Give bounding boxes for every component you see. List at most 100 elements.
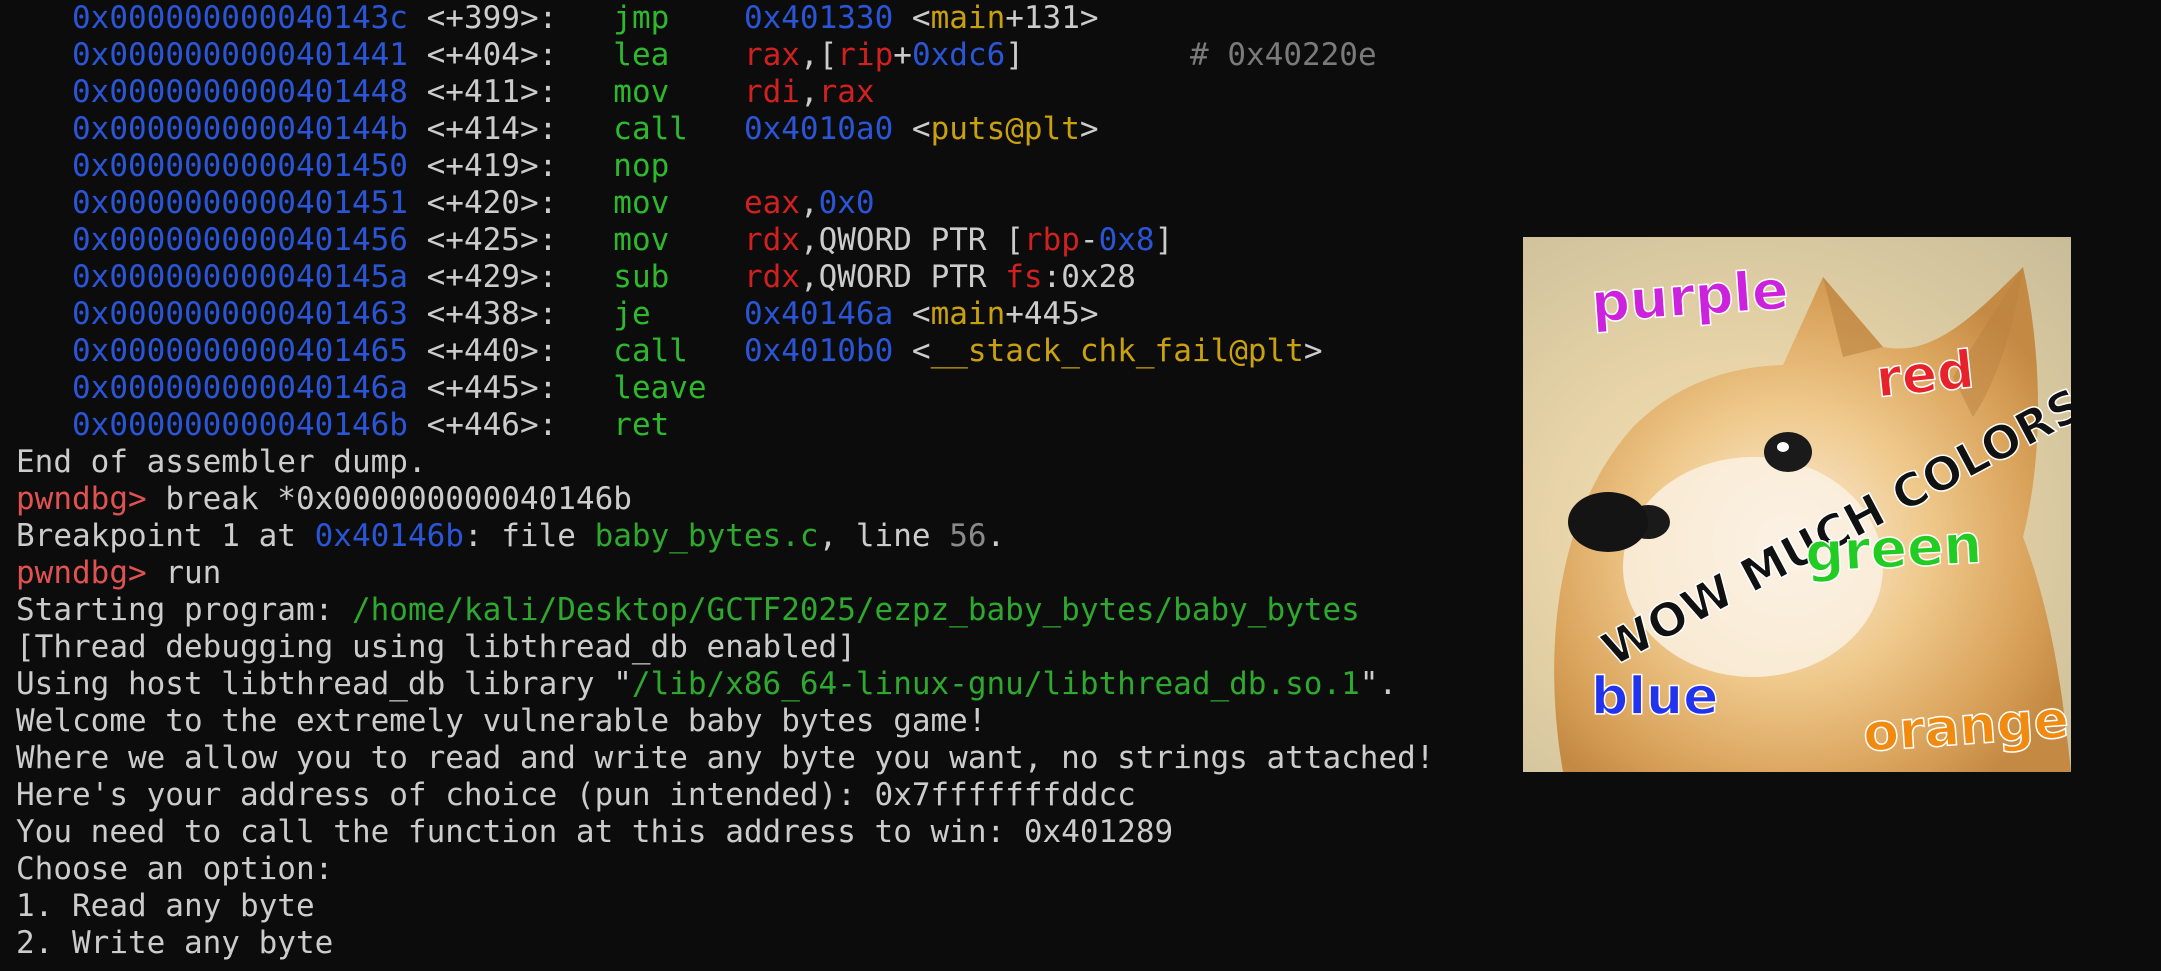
instruction-offset: <+425>: <box>426 222 558 258</box>
instruction-operand: , <box>799 74 819 110</box>
instruction-address: 0x0000000000401451 <box>72 185 408 221</box>
disasm-line: 0x000000000040146a <+445>: leave <box>72 370 744 407</box>
instruction-offset: <+429>: <box>426 259 558 295</box>
instruction-comment: # 0x40220e <box>1190 37 1377 73</box>
terminal-output-line: Here's your address of choice (pun inten… <box>16 777 1136 814</box>
disasm-line: 0x0000000000401463 <+438>: je 0x40146a <… <box>72 296 1099 333</box>
terminal-output-line: Welcome to the extremely vulnerable baby… <box>16 703 987 740</box>
output-text: 0x40146b <box>314 518 464 554</box>
terminal-output-line: pwndbg> run <box>16 555 221 592</box>
output-text: , line <box>818 518 950 554</box>
instruction-offset: <+399>: <box>426 0 558 36</box>
output-text: Breakpoint 1 at <box>16 518 315 554</box>
instruction-operand: +131> <box>1005 0 1099 36</box>
instruction-address: 0x0000000000401465 <box>72 333 408 369</box>
instruction-offset: <+446>: <box>426 407 558 443</box>
instruction-opcode: call <box>613 333 744 369</box>
instruction-operand: 0x4010a0 <box>743 111 894 147</box>
instruction-address: 0x0000000000401450 <box>72 148 408 184</box>
instruction-operand: eax <box>743 185 800 221</box>
disasm-line: 0x000000000040145a <+429>: sub rdx,QWORD… <box>72 259 1136 296</box>
output-text: You need to call the function at this ad… <box>16 814 1174 850</box>
terminal-output-line: End of assembler dump. <box>16 444 427 481</box>
disasm-line: 0x0000000000401451 <+420>: mov eax,0x0 <box>72 185 875 222</box>
output-text: [Thread debugging using libthread_db ena… <box>16 629 856 665</box>
instruction-operand: < <box>893 296 931 332</box>
instruction-opcode: je <box>613 296 744 332</box>
instruction-address: 0x0000000000401456 <box>72 222 408 258</box>
instruction-address: 0x000000000040146b <box>72 407 408 443</box>
instruction-operand: main <box>930 296 1006 332</box>
instruction-operand: 0x8 <box>1098 222 1155 258</box>
disasm-line: 0x000000000040144b <+414>: call 0x4010a0… <box>72 111 1099 148</box>
instruction-operand: rbp <box>1023 222 1080 258</box>
instruction-operand: :0x28 <box>1042 259 1136 295</box>
output-text: ". <box>1359 666 1398 702</box>
instruction-operand: , <box>799 185 819 221</box>
instruction-opcode: mov <box>613 185 744 221</box>
output-text: End of assembler dump. <box>16 444 427 480</box>
pwndbg-prompt: pwndbg> <box>16 555 147 591</box>
output-text: /lib/x86_64-linux-gnu/libthread_db.so.1 <box>631 666 1360 702</box>
instruction-operand: 0xdc6 <box>911 37 1006 73</box>
instruction-operand: rip <box>837 37 894 73</box>
terminal-output-line: You need to call the function at this ad… <box>16 814 1173 851</box>
instruction-operand: +445> <box>1005 296 1099 332</box>
output-text: Using host libthread_db library " <box>16 666 632 702</box>
instruction-opcode: mov <box>613 74 744 110</box>
output-text: 56 <box>949 518 987 554</box>
disasm-line: 0x0000000000401465 <+440>: call 0x4010b0… <box>72 333 1323 370</box>
output-text: /home/kali/Desktop/GCTF2025/ezpz_baby_by… <box>351 592 1360 628</box>
output-text: 1. Read any byte <box>16 888 315 924</box>
instruction-opcode: mov <box>613 222 744 258</box>
instruction-opcode: nop <box>613 148 744 184</box>
instruction-opcode: ret <box>613 407 744 443</box>
instruction-operand: 0x4010b0 <box>743 333 894 369</box>
instruction-opcode: call <box>613 111 744 147</box>
instruction-operand: > <box>1079 111 1099 147</box>
instruction-operand: + <box>893 37 912 73</box>
output-text: run <box>146 555 222 591</box>
instruction-opcode: sub <box>613 259 744 295</box>
instruction-operand: rdx <box>743 259 800 295</box>
instruction-offset: <+440>: <box>426 333 558 369</box>
instruction-operand: ] <box>1154 222 1174 258</box>
instruction-operand: - <box>1079 222 1099 258</box>
instruction-opcode: leave <box>613 370 744 406</box>
disasm-line: 0x0000000000401441 <+404>: lea rax,[rip+… <box>72 37 1377 74</box>
instruction-operand: __stack_chk_fail@plt <box>930 333 1304 369</box>
output-text: Here's your address of choice (pun inten… <box>16 777 1136 813</box>
terminal-output-line: Using host libthread_db library "/lib/x8… <box>16 666 1397 703</box>
terminal-output-line: Starting program: /home/kali/Desktop/GCT… <box>16 592 1360 629</box>
instruction-offset: <+414>: <box>426 111 558 147</box>
terminal-output-line: 2. Write any byte <box>16 925 333 962</box>
disasm-line: 0x0000000000401448 <+411>: mov rdi,rax <box>72 74 875 111</box>
instruction-offset: <+411>: <box>426 74 558 110</box>
instruction-operand: < <box>893 0 931 36</box>
meme-word-green: green <box>1803 512 1985 586</box>
instruction-address: 0x000000000040145a <box>72 259 408 295</box>
output-text: Starting program: <box>16 592 352 628</box>
instruction-address: 0x000000000040146a <box>72 370 408 406</box>
output-text: Choose an option: <box>16 851 334 887</box>
output-text: Where we allow you to read and write any… <box>16 740 1435 776</box>
instruction-operand: rax <box>818 74 875 110</box>
instruction-operand: ] <box>1005 37 1024 73</box>
instruction-offset: <+404>: <box>426 37 558 73</box>
instruction-address: 0x000000000040144b <box>72 111 408 147</box>
